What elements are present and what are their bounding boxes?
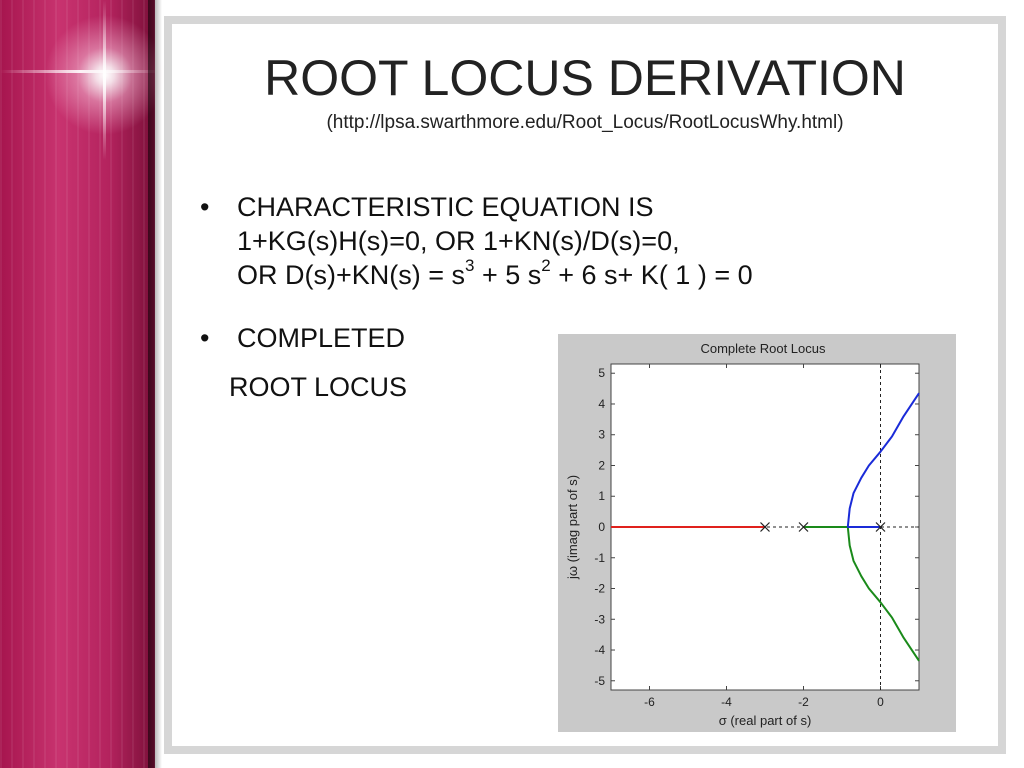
x-axis-label: σ (real part of s) (719, 713, 812, 728)
slide-subtitle-link[interactable]: (http://lpsa.swarthmore.edu/Root_Locus/R… (172, 110, 998, 136)
exponent-3: 3 (465, 256, 475, 275)
bullet-marker: • (200, 323, 210, 353)
x-tick-label: 0 (877, 695, 884, 709)
y-tick-label: -3 (594, 612, 605, 626)
bullet-line-3: OR D(s)+KN(s) = s3 + 5 s2 + 6 s+ K( 1 ) … (237, 256, 753, 292)
y-tick-label: 3 (598, 428, 605, 442)
slide-title: ROOT LOCUS DERIVATION (264, 50, 906, 106)
y-tick-label: -2 (594, 582, 605, 596)
y-tick-label: 0 (598, 520, 605, 534)
bullet-line-1: CHARACTERISTIC EQUATION IS (237, 192, 654, 222)
equation-part-c: + 6 s+ K( 1 ) = 0 (550, 260, 753, 290)
y-tick-label: 2 (598, 458, 605, 472)
y-tick-label: 1 (598, 489, 605, 503)
x-tick-label: -4 (721, 695, 732, 709)
title-block: ROOT LOCUS DERIVATION (http://lpsa.swart… (172, 48, 998, 136)
bullet-continuation: ROOT LOCUS (229, 372, 408, 402)
y-tick-label: -5 (594, 674, 605, 688)
y-tick-label: 5 (598, 366, 605, 380)
equation-part-b: + 5 s (474, 260, 542, 290)
light-flare-ray-vertical (103, 0, 106, 160)
light-flare-ray (0, 70, 160, 73)
x-tick-label: -2 (798, 695, 809, 709)
x-tick-label: -6 (644, 695, 655, 709)
y-tick-label: 4 (598, 397, 605, 411)
bullet-completed: • COMPLETED (200, 321, 500, 361)
y-tick-label: -1 (594, 551, 605, 565)
exponent-2: 2 (541, 256, 551, 275)
bullet-marker: • (200, 192, 210, 222)
bullet-text: COMPLETED (237, 323, 406, 353)
root-locus-figure: Complete Root Locus -5 -4 -3 -2 -1 0 1 2 3 4 5 -6 -4… (558, 334, 956, 732)
bullet-text: CHARACTERISTIC EQUATION IS 1+KG(s)H(s)=0… (237, 190, 753, 292)
band-shadow (148, 0, 162, 768)
y-tick-label: -4 (594, 643, 605, 657)
root-locus-chart: Complete Root Locus -5 -4 -3 -2 -1 0 1 2 3 4 5 -6 -4… (565, 341, 920, 728)
chart-title: Complete Root Locus (700, 341, 826, 356)
bullet-characteristic-equation: • CHARACTERISTIC EQUATION IS 1+KG(s)H(s)… (200, 190, 940, 300)
bullet-line-2: 1+KG(s)H(s)=0, OR 1+KN(s)/D(s)=0, (237, 226, 680, 256)
equation-part-a: OR D(s)+KN(s) = s (237, 260, 466, 290)
y-axis-label: jω (imag part of s) (565, 475, 580, 580)
